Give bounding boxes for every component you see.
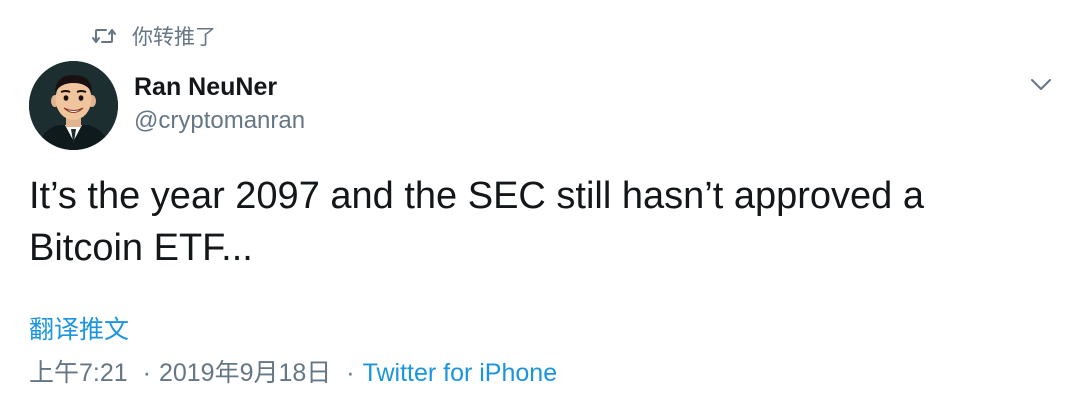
retweet-context: 你转推了 — [92, 22, 216, 50]
tweet-source-link[interactable]: Twitter for iPhone — [363, 359, 558, 387]
tweet-time[interactable]: 上午7:21 — [29, 359, 128, 387]
author-block[interactable]: Ran NeuNer @cryptomanran — [134, 70, 305, 138]
tweet-date[interactable]: 2019年9月18日 — [159, 359, 331, 387]
avatar[interactable] — [29, 61, 118, 150]
tweet-menu-button[interactable] — [1026, 72, 1056, 102]
meta-separator: · — [142, 359, 151, 387]
meta-separator: · — [346, 359, 355, 387]
author-handle[interactable]: @cryptomanran — [134, 104, 305, 138]
translate-tweet-link[interactable]: 翻译推文 — [29, 313, 129, 347]
avatar-illustration — [29, 61, 118, 150]
chevron-down-icon — [1030, 78, 1052, 97]
tweet-meta: 上午7:21 · 2019年9月18日 · Twitter for iPhone — [29, 356, 557, 390]
author-display-name[interactable]: Ran NeuNer — [134, 70, 305, 104]
retweet-context-label: 你转推了 — [132, 26, 216, 49]
retweet-icon — [92, 26, 116, 46]
tweet-text: It’s the year 2097 and the SEC still has… — [29, 175, 924, 269]
